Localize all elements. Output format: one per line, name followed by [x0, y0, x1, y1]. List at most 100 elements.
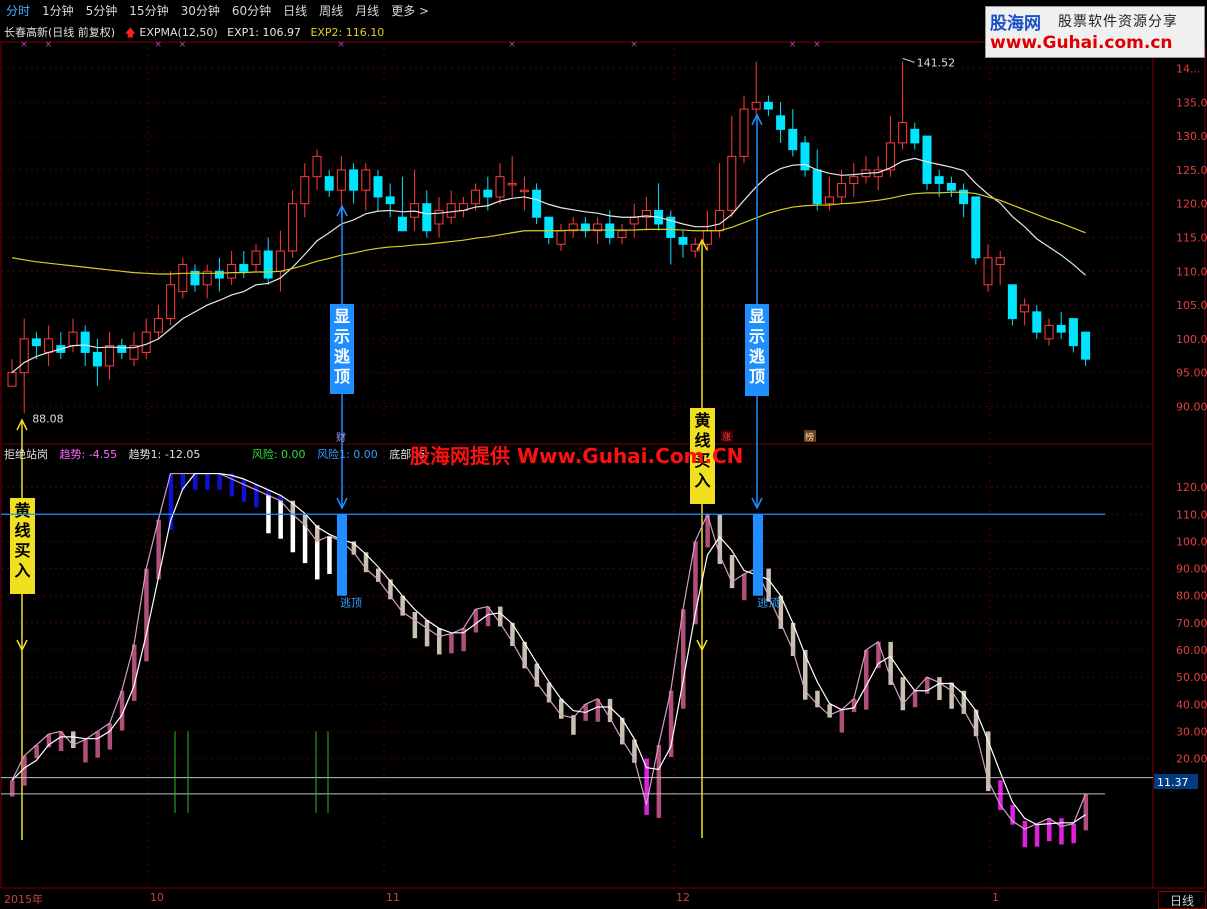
candle-body — [812, 169, 822, 205]
tab-timeframe[interactable]: 15分钟 — [123, 0, 174, 22]
price-axis: 90.00 95.00 100.0 105.0 110.0 115.0 120.0 125.0… — [1154, 63, 1207, 789]
candle-body — [507, 182, 517, 186]
tab-timeframe[interactable]: 日线 — [277, 0, 313, 22]
tab-timeframe[interactable]: 60分钟 — [226, 0, 277, 22]
site-logo: 股海网 股票软件资源分享 www.Guhai.com.cn — [985, 6, 1205, 58]
top-annotation-box-char: 顶 — [334, 367, 350, 386]
rank-marker: 榜 — [805, 431, 814, 443]
candle-body — [849, 176, 859, 184]
buy-annotation-box-char: 线 — [14, 521, 30, 540]
stock-title[interactable]: 长春高新(日线 前复权) — [4, 26, 115, 39]
tab-timeframe[interactable]: 月线 — [349, 0, 385, 22]
candle-body — [739, 108, 749, 157]
indicator-tick-label: 30.00 — [1176, 725, 1207, 738]
tab-timeframe[interactable]: 周线 — [313, 0, 349, 22]
indicator-info-line: 拒绝站岗 趋势: -4.55 趋势1: -12.05 风险: 0.00 风险1:… — [4, 446, 433, 462]
indicator-bar — [315, 541, 320, 580]
candle-body — [544, 216, 554, 239]
escape-block — [337, 514, 347, 596]
indicator-bar — [95, 731, 100, 758]
top-annotation-box-char: 显 — [334, 307, 350, 326]
price-tick-label: 110.0 — [1176, 265, 1207, 278]
expma-label[interactable]: EXPMA(12,50) — [139, 26, 217, 39]
tab-timeframe[interactable]: 30分钟 — [175, 0, 226, 22]
candle-body — [275, 250, 285, 272]
candle-body — [471, 189, 481, 205]
indicator-bar — [864, 650, 869, 710]
candle-body — [288, 203, 298, 252]
trend1-value: 趋势1: -12.05 — [128, 448, 201, 461]
indicator-bar — [912, 690, 918, 708]
tab-timeframe[interactable]: 更多 > — [385, 0, 435, 22]
candle-body — [617, 230, 627, 238]
candle-body — [983, 257, 993, 286]
candle-body — [995, 257, 1005, 266]
candle-body — [678, 237, 688, 245]
candle-body — [910, 128, 920, 144]
candle-body — [117, 345, 127, 353]
escape-block — [753, 514, 763, 596]
price-tick-label: 90.00 — [1176, 400, 1207, 413]
high-label: 141.52 — [917, 56, 956, 69]
watermark-text: 股海网提供 Www.Guhai.Com.CN — [410, 444, 744, 468]
candle-body — [214, 270, 224, 279]
indicator-bar — [1047, 818, 1052, 842]
indicator-bar — [22, 755, 27, 786]
candle-body — [971, 196, 981, 259]
up-arrow-icon: 🡅 — [124, 26, 136, 39]
candle-body — [105, 345, 115, 367]
indicator-tick-label: 120.0 — [1176, 481, 1207, 494]
indicator-bar — [83, 739, 88, 763]
candle-body — [605, 223, 615, 238]
signal-mark: × — [508, 40, 516, 50]
indicator-tick-label: 110.0 — [1176, 508, 1207, 521]
tab-timeframe[interactable]: 分时 — [0, 0, 36, 22]
stock-software-window: { "tabs": [ {"label":"分时","active":true}… — [0, 0, 1207, 909]
indicator-bar — [437, 628, 442, 655]
period-tab-daily[interactable]: 日线 — [1158, 891, 1206, 909]
indicator-tick-label: 50.00 — [1176, 671, 1207, 684]
top-annotation-box-char: 示 — [334, 327, 350, 346]
indicator-tick-label: 80.00 — [1176, 590, 1207, 603]
indicator-tick-label: 90.00 — [1176, 563, 1207, 576]
candle-body — [19, 338, 29, 374]
price-tick-label: 100.0 — [1176, 333, 1207, 346]
candle-body — [532, 189, 542, 218]
indicator-bar — [1022, 821, 1028, 848]
indicator-bar — [424, 620, 430, 647]
price-tick-label: 125.0 — [1176, 164, 1207, 177]
indicator-bar — [107, 723, 113, 750]
indicator-bar — [742, 574, 747, 601]
indicator-name[interactable]: 拒绝站岗 — [4, 448, 48, 461]
indicator-bar — [949, 682, 954, 709]
indicator-bar — [205, 473, 210, 490]
candle-body — [763, 101, 773, 110]
candle-body — [361, 169, 371, 191]
indicator-bar — [1034, 823, 1040, 847]
tab-timeframe[interactable]: 5分钟 — [80, 0, 124, 22]
current-value-label: 11.37 — [1157, 776, 1189, 789]
buy-annotation-box-char: 入 — [14, 561, 30, 580]
signal-mark: × — [789, 40, 797, 50]
indicator-bar — [144, 568, 149, 662]
indicator-bar — [132, 644, 137, 701]
indicator-bar — [34, 745, 39, 759]
exp1-value: EXP1: 106.97 — [227, 26, 301, 39]
candle-body — [1044, 324, 1054, 340]
top-annotation-box-char: 顶 — [749, 367, 765, 386]
tab-timeframe[interactable]: 1分钟 — [36, 0, 80, 22]
candle-body — [519, 189, 529, 193]
indicator-bar — [839, 709, 845, 733]
candle-body — [837, 182, 847, 198]
indicator-tick-label: 70.00 — [1176, 617, 1207, 630]
indicator-bar — [254, 484, 259, 508]
trend-value: 趋势: -4.55 — [59, 448, 118, 461]
escape-label: 逃顶 — [340, 597, 362, 610]
indicator-bar — [1083, 793, 1089, 831]
candle-body — [715, 209, 725, 232]
indicator-bar — [656, 745, 662, 818]
candle-body — [788, 128, 798, 151]
signal-mark: × — [20, 40, 28, 50]
signal-mark: × — [337, 40, 345, 50]
high-marker — [902, 57, 915, 63]
